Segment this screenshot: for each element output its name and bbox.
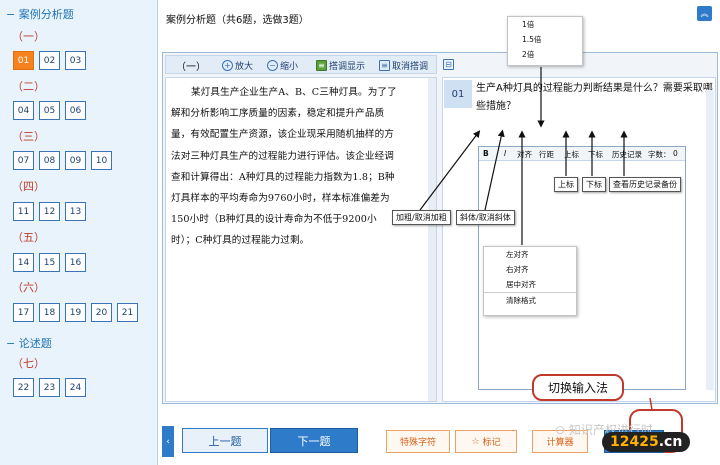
passage-toolbar: （一） + 放大 − 缩小 ≡ 搭调显示 ≡ 取消搭调 — [165, 55, 437, 74]
question-button-23[interactable]: 23 — [39, 378, 60, 397]
passage-scrollbar[interactable] — [428, 78, 436, 401]
callout-subscript: 下标 — [582, 177, 606, 192]
question-button-09[interactable]: 09 — [65, 151, 86, 170]
question-button-03[interactable]: 03 — [65, 51, 86, 70]
align-button[interactable]: 对齐 — [517, 149, 532, 160]
main-frame: （一） + 放大 − 缩小 ≡ 搭调显示 ≡ 取消搭调 ⊟ 某灯具生产企业生产A、B、C… — [162, 52, 718, 404]
highlight-icon: ≡ — [316, 59, 327, 71]
align-left-option[interactable]: 左对齐 — [484, 247, 576, 262]
minus-icon: − — [267, 59, 278, 71]
align-center-option[interactable]: 居中对齐 — [484, 277, 576, 293]
question-button-06[interactable]: 06 — [65, 101, 86, 120]
highlight-button[interactable]: ≡ 搭调显示 — [316, 58, 365, 72]
section-title-case-analysis: − 案例分析题 — [6, 8, 74, 21]
section-title-essay: − 论述题 — [6, 337, 52, 350]
question-button-17[interactable]: 17 — [13, 303, 34, 322]
question-number: 01 — [444, 80, 472, 108]
layout-toggle-button[interactable]: ⊟ — [443, 57, 454, 71]
chevron-up-double-icon[interactable]: ︽ — [697, 6, 712, 21]
question-button-11[interactable]: 11 — [13, 202, 34, 221]
question-button-14[interactable]: 14 — [13, 253, 34, 272]
align-dropdown: 左对齐 右对齐 居中对齐 清除格式 — [483, 246, 577, 316]
question-button-15[interactable]: 15 — [39, 253, 60, 272]
previous-question-button[interactable]: 上一题 — [182, 428, 268, 453]
group-label-6: （六） — [12, 281, 45, 294]
answer-pane: 01 生产A种灯具的过程能力判断结果是什么？需要采取哪些措施？ B I 对齐 行… — [442, 77, 716, 402]
callout-history: 查看历史记录备份 — [609, 177, 681, 192]
line-height-dropdown: 1倍 1.5倍 2倍 — [507, 16, 583, 66]
question-button-05[interactable]: 05 — [39, 101, 60, 120]
group-label-5: （五） — [12, 231, 45, 244]
zoom-in-button[interactable]: + 放大 — [222, 58, 253, 72]
question-button-21[interactable]: 21 — [117, 303, 138, 322]
mark-button[interactable]: ☆ 标记 — [455, 430, 517, 453]
question-button-01[interactable]: 01 — [13, 51, 34, 70]
group-label-4: （四） — [12, 180, 45, 193]
question-button-24[interactable]: 24 — [65, 378, 86, 397]
split-layout-icon: ⊟ — [443, 58, 454, 70]
question-button-07[interactable]: 07 — [13, 151, 34, 170]
question-text: 生产A种灯具的过程能力判断结果是什么？需要采取哪些措施？ — [476, 83, 713, 112]
bold-button[interactable]: B — [483, 149, 489, 158]
subscript-button[interactable]: 下标 — [588, 149, 603, 160]
line-height-option-1[interactable]: 1倍 — [508, 17, 582, 32]
question-button-19[interactable]: 19 — [65, 303, 86, 322]
question-button-10[interactable]: 10 — [91, 151, 112, 170]
group-label-1: （一） — [12, 30, 45, 43]
star-icon: ☆ — [471, 436, 480, 447]
cancel-highlight-icon: ≡ — [379, 59, 390, 71]
special-characters-button[interactable]: 特殊字符 — [386, 430, 450, 453]
question-button-20[interactable]: 20 — [91, 303, 112, 322]
page-title: 案例分析题（共6题，选做3题） — [166, 15, 309, 26]
group-label-3: （三） — [12, 130, 45, 143]
italic-button[interactable]: I — [504, 149, 506, 158]
next-question-button[interactable]: 下一题 — [270, 428, 358, 453]
cancel-highlight-button[interactable]: ≡ 取消搭调 — [379, 58, 428, 72]
question-nav-sidebar: − 案例分析题 （一） 01 02 03 （二） 04 05 06 （三） 07… — [0, 0, 158, 465]
zoom-out-button[interactable]: − 缩小 — [267, 58, 298, 72]
line-height-option-2[interactable]: 2倍 — [508, 47, 582, 62]
question-button-18[interactable]: 18 — [39, 303, 60, 322]
question-button-12[interactable]: 12 — [39, 202, 60, 221]
question-button-13[interactable]: 13 — [65, 202, 86, 221]
callout-italic: 斜体/取消斜体 — [456, 210, 515, 225]
section-label: （一） — [176, 61, 206, 73]
word-count-value: 0 — [673, 149, 678, 158]
question-button-08[interactable]: 08 — [39, 151, 60, 170]
callout-bold: 加粗/取消加粗 — [392, 210, 451, 225]
question-button-04[interactable]: 04 — [13, 101, 34, 120]
history-button[interactable]: 历史记录 — [612, 149, 642, 160]
superscript-button[interactable]: 上标 — [564, 149, 579, 160]
editor-toolbar: B I 对齐 行距 上标 下标 历史记录 字数： 0 — [479, 147, 685, 161]
callout-input-method: 切换输入法 — [532, 374, 625, 401]
question-button-02[interactable]: 02 — [39, 51, 60, 70]
question-button-16[interactable]: 16 — [65, 253, 86, 272]
line-height-option-1-5[interactable]: 1.5倍 — [508, 32, 582, 47]
case-passage: 某灯具生产企业生产A、B、C三种灯具。为了了解和分析影响工序质量的因素，稳定和提… — [171, 87, 397, 247]
chevron-left-icon[interactable]: ‹ — [162, 426, 174, 457]
answer-scrollbar[interactable] — [706, 90, 714, 390]
align-right-option[interactable]: 右对齐 — [484, 262, 576, 277]
passage-pane: 某灯具生产企业生产A、B、C三种灯具。为了了解和分析影响工序质量的因素，稳定和提… — [165, 77, 437, 402]
watermark-logo: 12425.cn — [602, 432, 691, 452]
line-height-button[interactable]: 行距 — [539, 149, 554, 160]
group-label-2: （二） — [12, 80, 45, 93]
question-button-22[interactable]: 22 — [13, 378, 34, 397]
callout-superscript: 上标 — [554, 177, 578, 192]
group-label-7: （七） — [12, 357, 45, 370]
clear-format-option[interactable]: 清除格式 — [484, 293, 576, 308]
word-count-label: 字数： — [648, 150, 671, 159]
plus-icon: + — [222, 59, 233, 71]
header-bar: 案例分析题（共6题，选做3题） ︽ — [160, 0, 720, 50]
